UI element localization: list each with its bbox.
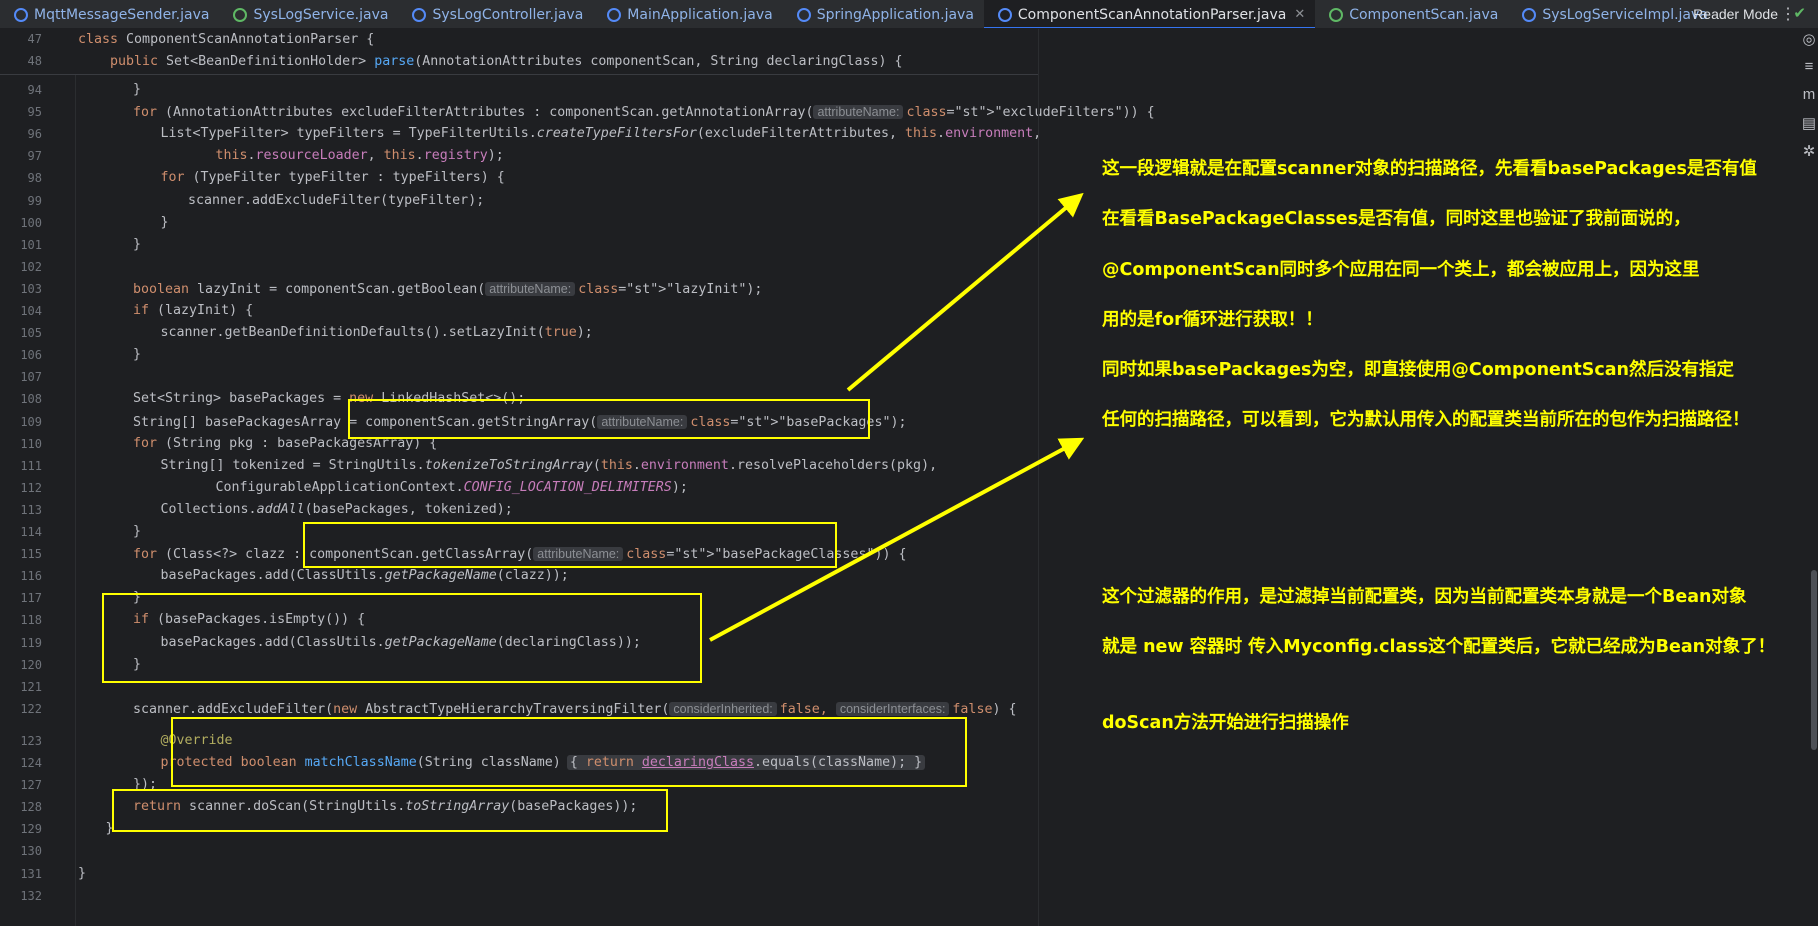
sticky-line-no-48: 48	[27, 54, 42, 68]
structure-icon[interactable]: ▤	[1800, 114, 1818, 142]
java-class-icon	[412, 7, 427, 22]
tab-label: SysLogServiceImpl.java	[1542, 6, 1708, 23]
code-line-113: Collections.addAll(basePackages, tokeniz…	[161, 499, 513, 521]
code-text: basePackages.add(ClassUtils.getPackageNa…	[160, 568, 569, 584]
note-line-5: 同时如果basePackages为空，即直接使用@ComponentScan然后…	[1102, 360, 1734, 380]
tab-5[interactable]: ComponentScanAnnotationParser.java ✕	[983, 0, 1316, 28]
highlight-doscan	[112, 789, 668, 832]
java-class-icon	[607, 7, 622, 22]
tab-label: SysLogService.java	[253, 6, 389, 23]
java-class-icon	[796, 7, 811, 22]
note-line-6: 任何的扫描路径，可以看到，它为默认用传入的配置类当前所在的包作为扫描路径！	[1102, 410, 1750, 430]
java-class-icon	[997, 7, 1012, 22]
highlight-basepackageclasses	[303, 522, 837, 568]
parameter-hint: considerInterfaces:	[835, 701, 950, 716]
code-text: scanner.addExcludeFilter(typeFilter);	[188, 192, 485, 208]
code-text: }	[133, 82, 142, 97]
sticky-line-47: class ComponentScanAnnotationParser {	[78, 32, 375, 47]
maven-icon[interactable]: m	[1800, 86, 1818, 114]
tab-label: ComponentScanAnnotationParser.java	[1017, 6, 1287, 23]
notifications-icon[interactable]: ◎	[1800, 30, 1818, 58]
tab-3[interactable]: MainApplication.java	[593, 0, 782, 28]
code-line-103: boolean lazyInit = componentScan.getBool…	[133, 278, 762, 300]
note-line-2: 在看看BasePackageClasses是否有值，同时这里也验证了我前面说的，	[1102, 209, 1691, 229]
reader-mode-button[interactable]: Reader Mode	[1693, 6, 1778, 22]
code-text-mid: false,	[779, 701, 828, 717]
code-text: Collections.addAll(basePackages, tokeniz…	[160, 501, 513, 517]
code-line-100: }	[161, 212, 169, 234]
highlight-isempty	[102, 593, 702, 683]
code-line-94: }	[133, 79, 141, 101]
code-line-101: }	[133, 234, 141, 256]
java-class-icon	[1329, 7, 1344, 22]
code-line-95: for (AnnotationAttributes excludeFilterA…	[133, 101, 1155, 123]
highlight-matchclassname	[171, 717, 967, 787]
tab-label: SysLogController.java	[432, 6, 584, 23]
code-line-96: List<TypeFilter> typeFilters = TypeFilte…	[161, 123, 1042, 145]
code-text: if (lazyInit) {	[133, 303, 254, 318]
code-text-tail: class="st">"lazyInit");	[578, 281, 763, 297]
tab-0[interactable]: MqttMessageSender.java	[0, 0, 219, 28]
sticky-line-48: public Set<BeanDefinitionHolder> parse(A…	[110, 54, 903, 69]
highlight-basepackages	[348, 399, 870, 439]
code-line-97: this.resourceLoader, this.registry);	[216, 145, 504, 167]
note-line-4: 用的是for循环进行获取！！	[1102, 310, 1323, 330]
code-line-131: }	[78, 863, 86, 885]
parameter-hint: attributeName:	[813, 105, 904, 120]
code-text: scanner.getBeanDefinitionDefaults().setL…	[160, 325, 593, 341]
code-line-105: scanner.getBeanDefinitionDefaults().setL…	[161, 322, 593, 344]
code-text-tail: false) {	[952, 701, 1017, 717]
code-text: List<TypeFilter> typeFilters = TypeFilte…	[160, 126, 1042, 142]
note-line-1: 这一段逻辑就是在配置scanner对象的扫描路径，先看看basePackages…	[1102, 159, 1757, 179]
code-line-112: ConfigurableApplicationContext.CONFIG_LO…	[216, 477, 688, 499]
code-text: this.resourceLoader, this.registry);	[215, 148, 504, 164]
code-text: String[] tokenized = StringUtils.tokeniz…	[160, 457, 938, 473]
code-text: }	[160, 214, 169, 230]
sticky-code: ComponentScanAnnotationParser {	[126, 32, 375, 47]
tab-label: MainApplication.java	[627, 6, 773, 23]
code-text: scanner.addExcludeFilter(new AbstractTyp…	[133, 701, 670, 717]
parameter-hint: attributeName:	[485, 281, 576, 296]
code-line-114: }	[133, 521, 141, 543]
java-class-icon	[14, 7, 28, 22]
tab-label: MqttMessageSender.java	[34, 6, 210, 23]
code-line-104: if (lazyInit) {	[133, 300, 253, 322]
note-line-7: 这个过滤器的作用，是过滤掉当前配置类，因为当前配置类本身就是一个Bean对象	[1102, 587, 1747, 607]
java-class-icon	[1522, 7, 1537, 22]
code-text: }	[78, 865, 87, 881]
note-line-8: 就是 new 容器时 传入Myconfig.class这个配置类后，它就已经成为…	[1102, 637, 1776, 657]
database-icon[interactable]: ≡	[1800, 58, 1818, 86]
note-line-9: doScan方法开始进行扫描操作	[1102, 713, 1349, 733]
tab-label: SpringApplication.java	[816, 6, 974, 23]
code-text: }	[133, 236, 142, 252]
right-toolbar: ◎ ≡ m ▤ ✲	[1800, 30, 1818, 230]
parameter-hint: considerInherited:	[669, 701, 777, 716]
code-line-116: basePackages.add(ClassUtils.getPackageNa…	[161, 565, 569, 587]
code-text: for (TypeFilter typeFilter : typeFilters…	[160, 170, 505, 186]
code-line-111: String[] tokenized = StringUtils.tokeniz…	[161, 455, 938, 477]
close-tab-icon[interactable]: ✕	[1294, 7, 1305, 22]
note-line-3: @ComponentScan同时多个应用在同一个类上，都会被应用上，因为这里	[1102, 260, 1700, 280]
code-line-98: for (TypeFilter typeFilter : typeFilters…	[161, 167, 505, 189]
tab-2[interactable]: SysLogController.java	[398, 0, 593, 28]
tab-7[interactable]: SysLogServiceImpl.java	[1508, 0, 1718, 28]
gradle-icon[interactable]: ✲	[1800, 142, 1818, 170]
sticky-scroll-header[interactable]: class ComponentScanAnnotationParser { pu…	[0, 29, 1038, 75]
code-text: }	[133, 524, 142, 539]
tab-4[interactable]: SpringApplication.java	[783, 0, 984, 28]
code-text: for (AnnotationAttributes excludeFilterA…	[133, 105, 814, 121]
tab-label: ComponentScan.java	[1349, 6, 1499, 23]
code-line-106: }	[133, 344, 141, 366]
editor-tab-bar: MqttMessageSender.java SysLogService.java…	[0, 0, 1818, 29]
code-text: }	[133, 347, 142, 363]
java-class-icon	[233, 7, 248, 22]
code-text: boolean lazyInit = componentScan.getBool…	[133, 281, 486, 297]
inspection-ok-icon[interactable]: ✔	[1793, 4, 1806, 22]
code-line-99: scanner.addExcludeFilter(typeFilter);	[188, 190, 484, 212]
tab-6[interactable]: ComponentScan.java	[1315, 0, 1508, 28]
vertical-scrollbar[interactable]	[1811, 570, 1817, 750]
sticky-line-no-47: 47	[27, 32, 42, 46]
code-text: ConfigurableApplicationContext.CONFIG_LO…	[215, 479, 688, 495]
tab-1[interactable]: SysLogService.java	[219, 0, 398, 28]
